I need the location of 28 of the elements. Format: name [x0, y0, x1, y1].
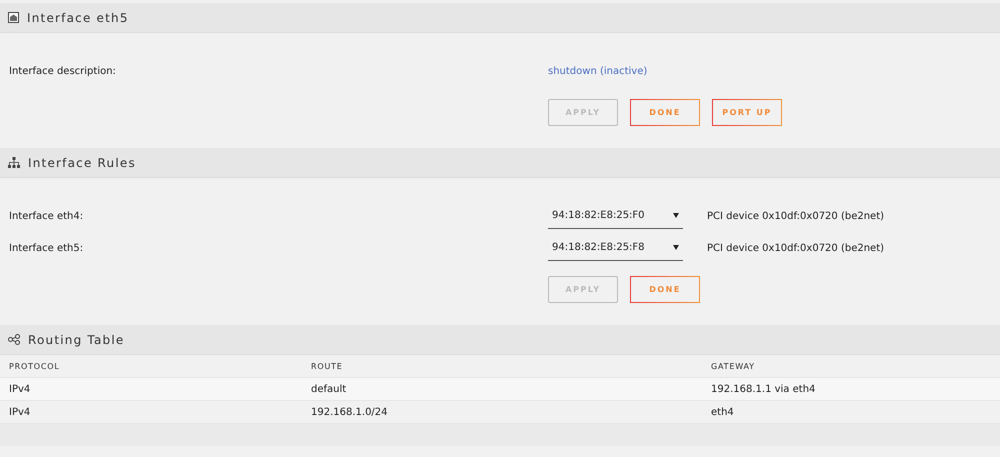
network-icon	[8, 157, 20, 168]
column-header: PROTOCOL	[9, 362, 61, 370]
table-cell-text: 192.168.1.1 via eth4	[711, 384, 816, 394]
action-button[interactable]: DONE	[630, 276, 700, 303]
section-title: Interface Rules	[28, 156, 136, 170]
column-header: ROUTE	[311, 362, 344, 370]
column-header: GATEWAY	[711, 362, 756, 370]
table-cell-text: default	[311, 384, 348, 394]
section-title: Routing Table	[28, 332, 124, 346]
field-label: Interface description:	[8, 66, 117, 76]
table-cell-text: 192.168.1.0/24	[311, 406, 389, 418]
table-cell-text: IPv4	[9, 406, 32, 418]
device-note: PCI device 0x10df:0x0720 (be2net)	[706, 242, 886, 254]
device-note: PCI device 0x10df:0x0720 (be2net)	[706, 210, 886, 222]
section-title: Interface eth5	[27, 10, 129, 24]
share-icon	[8, 334, 20, 345]
mac-select[interactable]: 94:18:82:E8:25:F0	[548, 204, 683, 228]
image-icon	[8, 12, 19, 23]
mac-select[interactable]: 94:18:82:E8:25:F8	[548, 236, 683, 260]
caret-icon	[673, 213, 679, 218]
table-cell-text: IPv4	[9, 384, 32, 394]
action-button[interactable]: PORT UP	[712, 99, 782, 126]
table-cell-text: eth4	[711, 406, 735, 418]
description-link[interactable]: shutdown (inactive)	[548, 66, 683, 76]
action-button[interactable]: DONE	[630, 99, 700, 126]
field-label: Interface eth4:	[8, 210, 84, 222]
field-label: Interface eth5:	[8, 242, 84, 254]
caret-icon	[673, 245, 679, 250]
